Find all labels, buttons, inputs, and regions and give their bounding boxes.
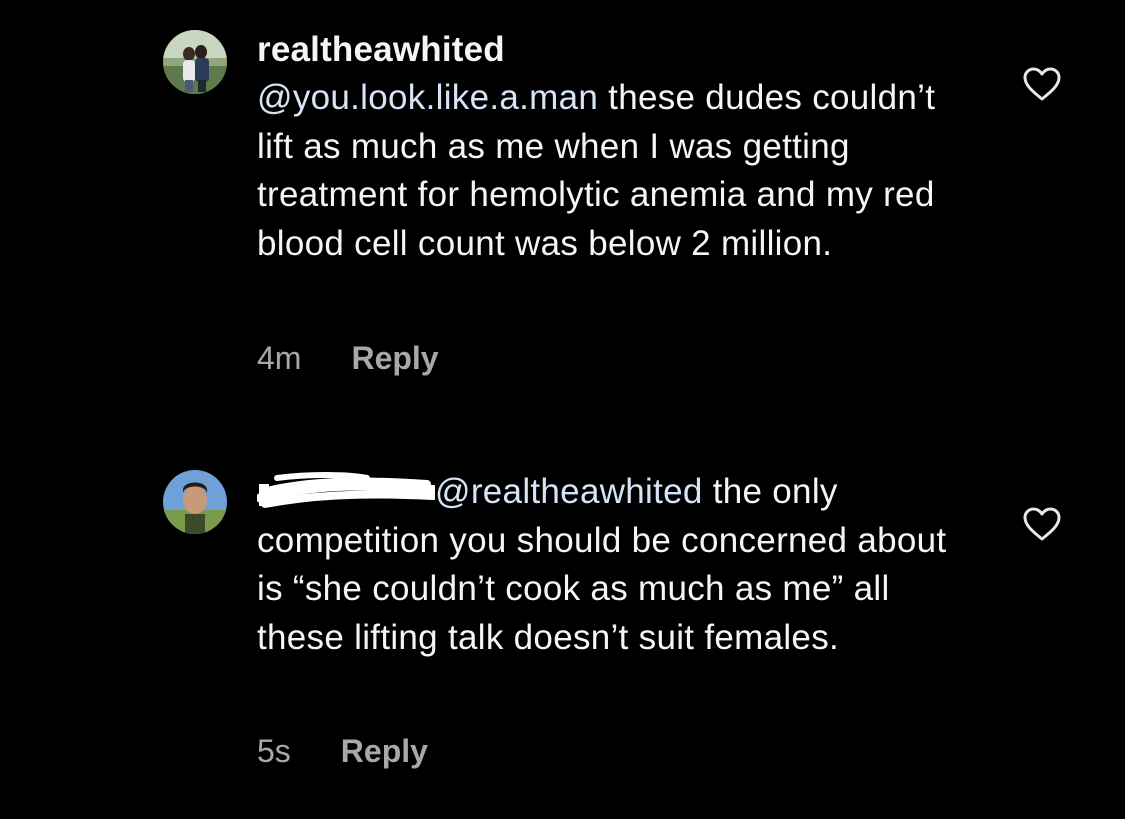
mention-link[interactable]: @you.look.like.a.man (257, 78, 598, 117)
redacted-username (256, 470, 438, 510)
reply-button[interactable]: Reply (341, 733, 428, 770)
comment-username[interactable]: realtheawhited (257, 26, 957, 74)
comment-text: @you.look.like.a.man these dudes couldn’… (257, 74, 957, 268)
comment-timestamp: 5s (257, 733, 291, 769)
comment-text: @realtheawhited the only competition you… (256, 468, 957, 662)
comment-2-body: @realtheawhited the only competition you… (256, 468, 957, 662)
comment-timestamp: 4m (257, 340, 302, 376)
avatar-realtheawhited[interactable] (163, 30, 227, 94)
comment-meta: 5s Reply (257, 733, 428, 770)
mention-link[interactable]: @realtheawhited (435, 472, 703, 511)
heart-outline-icon[interactable] (1022, 506, 1062, 542)
heart-outline-icon[interactable] (1022, 66, 1062, 102)
reply-button[interactable]: Reply (351, 340, 438, 377)
comment-1-body: realtheawhited @you.look.like.a.man thes… (257, 26, 957, 268)
avatar-commenter[interactable] (163, 470, 227, 534)
comment-meta: 4m Reply (257, 340, 439, 377)
